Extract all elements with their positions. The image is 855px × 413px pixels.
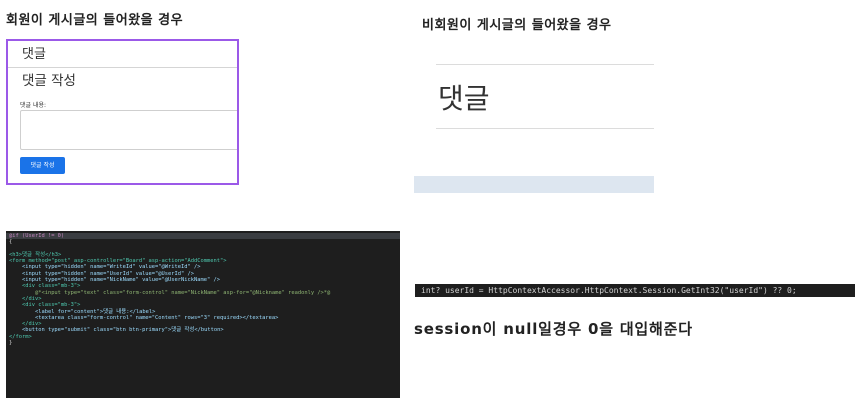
guest-top-divider (436, 64, 654, 65)
member-submit-button[interactable]: 댓글 작성 (20, 157, 65, 174)
member-write-title: 댓글 작성 (22, 73, 76, 89)
session-note: session이 null일경우 0을 대입해준다 (414, 320, 693, 338)
guest-heading: 비회원이 게시글의 들어왔을 경우 (422, 18, 612, 33)
member-comment-panel: 댓글 댓글 작성 댓글 내용: 댓글 작성 (6, 39, 239, 185)
guest-comments-title: 댓글 (438, 82, 490, 115)
member-content-textarea[interactable] (20, 110, 237, 150)
member-content-label: 댓글 내용: (20, 102, 47, 109)
code-line: } (9, 340, 13, 347)
member-heading: 회원이 게시글의 들어왔을 경우 (6, 13, 184, 28)
guest-footer-bar (414, 176, 654, 193)
razor-code-block: @if (UserId != 0) { <h3>댓글 작성</h3> <form… (6, 231, 400, 398)
guest-comment-panel: 댓글 (414, 49, 654, 193)
member-comments-title: 댓글 (8, 44, 237, 68)
guest-bottom-divider (436, 128, 654, 129)
session-code-line: int? userId = HttpContextAccessor.HttpCo… (415, 284, 855, 297)
